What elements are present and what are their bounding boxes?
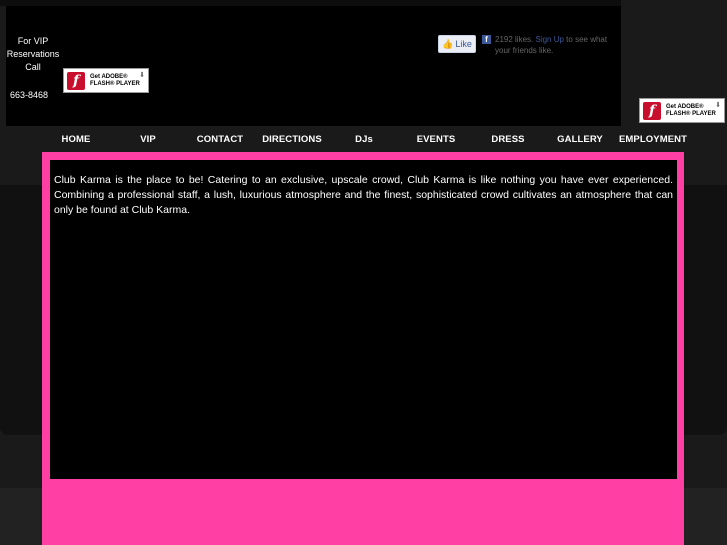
nav-item-vip[interactable]: VIP [112, 134, 184, 145]
download-arrow-icon: ⬇ [139, 72, 145, 79]
vip-reservations-text: For VIP Reservations Call [6, 35, 60, 74]
side-panel-right [684, 185, 727, 435]
vip-line-2: Reservations [6, 49, 60, 59]
likes-count: 2192 likes. [495, 35, 534, 44]
flash-player-icon: f [643, 101, 661, 120]
flash-badge-text: Get ADOBE® FLASH® PLAYER [666, 104, 716, 118]
intro-paragraph: Club Karma is the place to be! Catering … [54, 174, 673, 216]
facebook-icon: f [482, 35, 491, 44]
main-nav: HOME VIP CONTACT DIRECTIONS DJs EVENTS D… [40, 128, 690, 150]
vip-phone: 663-8468 [10, 90, 49, 100]
like-label: Like [455, 39, 472, 49]
download-arrow-icon: ⬇ [715, 102, 721, 109]
nav-item-gallery[interactable]: GALLERY [544, 134, 616, 145]
thumbs-up-icon: 👍 [442, 38, 454, 49]
nav-item-events[interactable]: EVENTS [400, 134, 472, 145]
flash-badge-line-1: Get ADOBE® [90, 73, 128, 80]
flash-badge-line-1: Get ADOBE® [666, 103, 704, 110]
nav-item-contact[interactable]: CONTACT [184, 134, 256, 145]
get-flash-player-button-header[interactable]: f Get ADOBE® FLASH® PLAYER ⬇ [63, 68, 149, 93]
nav-item-directions[interactable]: DIRECTIONS [256, 134, 328, 145]
get-flash-player-button-right[interactable]: f Get ADOBE® FLASH® PLAYER ⬇ [639, 98, 725, 123]
nav-item-dress[interactable]: DRESS [472, 134, 544, 145]
nav-item-djs[interactable]: DJs [328, 134, 400, 145]
content-box: Club Karma is the place to be! Catering … [50, 160, 677, 479]
flash-player-icon: f [67, 71, 85, 90]
flash-badge-text: Get ADOBE® FLASH® PLAYER [90, 74, 140, 88]
header: For VIP Reservations Call 663-8468 f Get… [6, 6, 621, 126]
flash-badge-line-2: FLASH® PLAYER [666, 110, 716, 117]
facebook-signup-link[interactable]: Sign Up [535, 35, 563, 44]
vip-line-1: For VIP [17, 36, 49, 46]
side-panel-left [0, 185, 42, 435]
flash-badge-line-2: FLASH® PLAYER [90, 80, 140, 87]
nav-item-home[interactable]: HOME [40, 134, 112, 145]
facebook-likes-text: 2192 likes. Sign Up to see what your fri… [495, 34, 615, 56]
facebook-like-button[interactable]: 👍 Like [438, 35, 476, 53]
vip-line-3: Call [25, 62, 41, 72]
nav-item-employment[interactable]: EMPLOYMENT [616, 134, 690, 145]
